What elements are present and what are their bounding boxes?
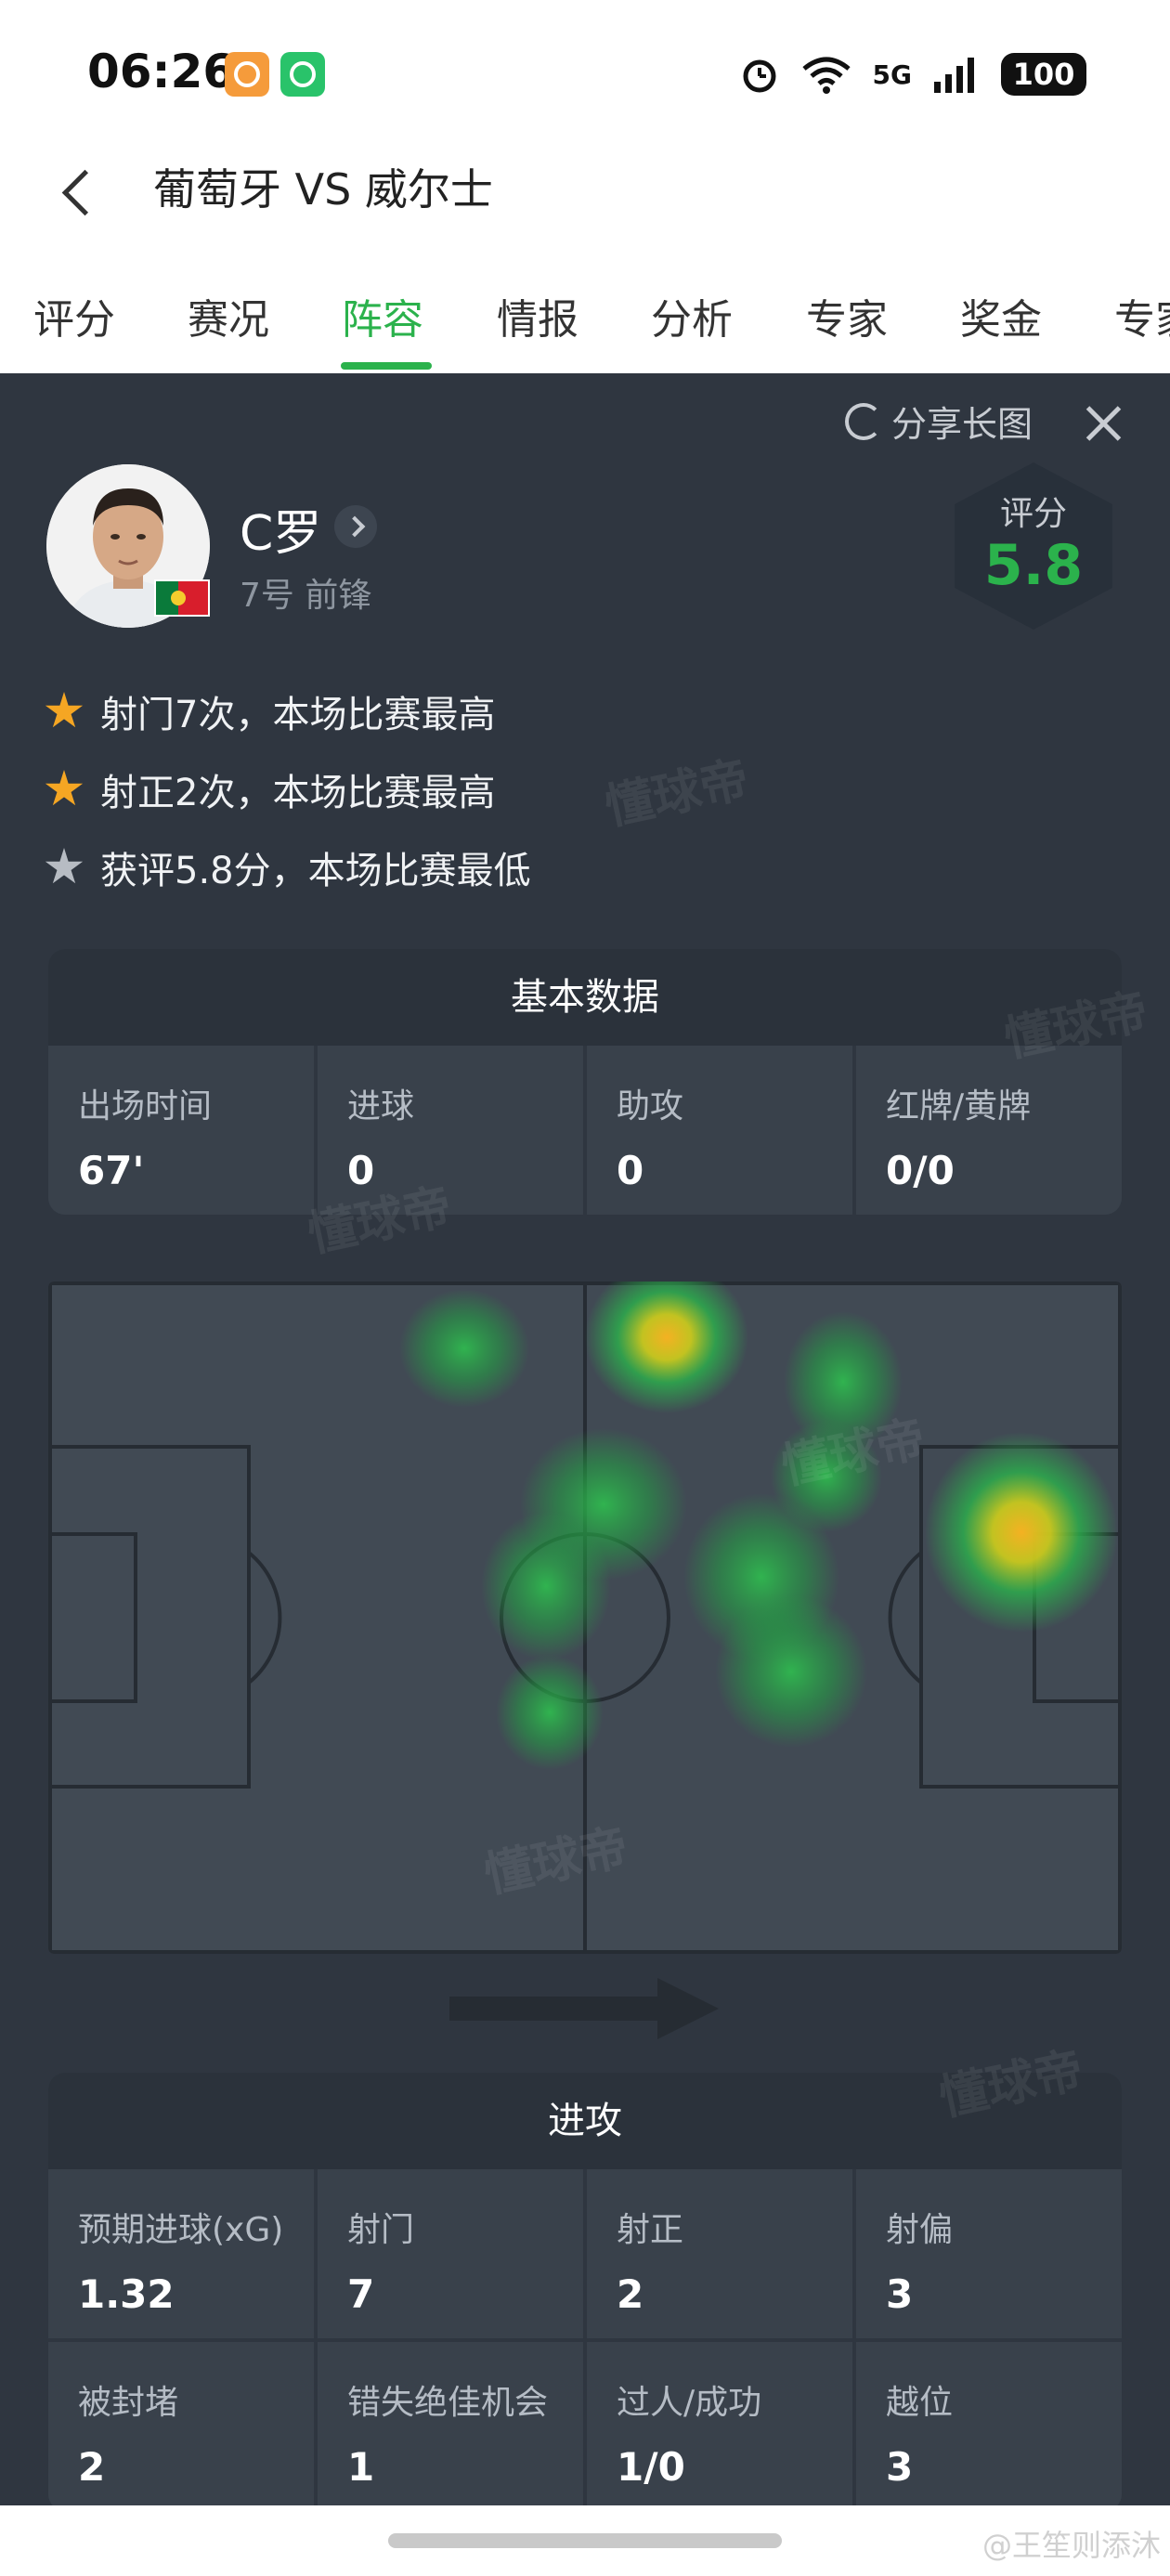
home-bar-area: @王笙则添沐 — [0, 2505, 1170, 2576]
stat-label: 射正 — [617, 2211, 684, 2249]
stat-label: 红牌/黄牌 — [886, 1087, 1032, 1125]
rating-value: 5.8 — [983, 533, 1084, 598]
basic-stats-title: 基本数据 — [48, 949, 1122, 1046]
stat-label: 射门 — [347, 2211, 415, 2249]
stat-label: 助攻 — [617, 1087, 684, 1125]
stat-label: 射偏 — [886, 2211, 954, 2249]
stat-value: 3 — [886, 2444, 914, 2490]
battery-indicator: 100 — [1001, 53, 1086, 96]
stat-cell-off-target: 射偏 3 — [856, 2169, 1122, 2338]
stat-cell-offside: 越位 3 — [856, 2342, 1122, 2511]
stat-value: 0/0 — [886, 1148, 955, 1193]
stat-value: 1.32 — [78, 2271, 175, 2317]
basic-stats-grid: 出场时间 67' 进球 0 助攻 0 红牌/黄牌 0/0 — [48, 1046, 1122, 1215]
football-app-icon — [280, 52, 325, 97]
stat-label: 错失绝佳机会 — [347, 2384, 549, 2422]
share-label: 分享长图 — [891, 404, 1034, 445]
status-time: 06:26 — [87, 45, 236, 98]
chevron-right-icon[interactable] — [334, 505, 377, 548]
stat-cell-minutes: 出场时间 67' — [48, 1046, 314, 1215]
share-icon — [845, 402, 882, 440]
stat-label: 越位 — [886, 2384, 954, 2422]
tab-prize[interactable]: 奖金 — [960, 286, 1042, 345]
close-button[interactable] — [1081, 401, 1125, 446]
tab-experts[interactable]: 专家 — [806, 286, 888, 345]
stat-cell-dribbles: 过人/成功 1/0 — [587, 2342, 852, 2511]
active-tab-indicator — [341, 362, 432, 370]
status-bar: 06:26 5G 100 — [0, 0, 1170, 139]
highlight-item: 获评5.8分，本场比赛最低 — [45, 828, 531, 906]
status-icons: 5G 100 — [739, 46, 1086, 102]
stat-value: 0 — [617, 1148, 644, 1193]
highlight-text: 射正2次，本场比赛最高 — [100, 772, 496, 814]
stat-label: 进球 — [347, 1087, 415, 1125]
top-nav: 葡萄牙 VS 威尔士 — [0, 139, 1170, 251]
stat-value: 1/0 — [617, 2444, 685, 2490]
tab-rating[interactable]: 评分 — [33, 286, 115, 345]
player-detail-panel: 分享长图 C罗 7号 前锋 评分 5.8 射门7次，本场比赛最高 射正2次，本场… — [0, 373, 1170, 2511]
stat-label: 过人/成功 — [617, 2384, 762, 2422]
gold-star-icon — [45, 770, 84, 806]
player-name[interactable]: C罗 — [240, 494, 321, 564]
stat-value: 67' — [78, 1148, 145, 1193]
rating-badge: 评分 5.8 — [955, 462, 1112, 630]
stat-cell-on-target: 射正 2 — [587, 2169, 852, 2338]
attack-stats-card: 进攻 预期进球(xG) 1.32 射门 7 射正 2 射偏 3 被封堵 2 错失… — [48, 2073, 1122, 2511]
back-button[interactable] — [52, 165, 108, 221]
weibo-watermark: @王笙则添沐 — [982, 2528, 1161, 2563]
heart-app-icon — [225, 52, 269, 97]
alarm-icon — [743, 59, 776, 93]
basic-stats-card: 基本数据 出场时间 67' 进球 0 助攻 0 红牌/黄牌 0/0 — [48, 949, 1122, 1215]
tab-experts-partial[interactable]: 专家 — [1114, 286, 1170, 345]
stat-value: 1 — [347, 2444, 375, 2490]
stat-cell-assists: 助攻 0 — [587, 1046, 852, 1215]
highlight-text: 射门7次，本场比赛最高 — [100, 694, 496, 736]
stat-cell-cards: 红牌/黄牌 0/0 — [856, 1046, 1122, 1215]
tab-bar: 评分 赛况 阵容 情报 分析 专家 奖金 专家 — [0, 269, 1170, 373]
stat-label: 预期进球(xG) — [78, 2211, 284, 2249]
stat-value: 2 — [78, 2444, 106, 2490]
stat-value: 7 — [347, 2271, 375, 2317]
wifi-icon — [801, 57, 851, 94]
portugal-flag-icon — [154, 579, 210, 617]
attack-stats-grid: 预期进球(xG) 1.32 射门 7 射正 2 射偏 3 被封堵 2 错失绝佳机… — [48, 2169, 1122, 2511]
stat-cell-xg: 预期进球(xG) 1.32 — [48, 2169, 314, 2338]
tab-analysis[interactable]: 分析 — [651, 286, 733, 345]
highlight-item: 射门7次，本场比赛最高 — [45, 672, 531, 750]
tab-intel[interactable]: 情报 — [497, 286, 578, 345]
home-indicator[interactable] — [388, 2533, 782, 2548]
player-number-position: 7号 前锋 — [240, 577, 372, 615]
signal-bars-icon — [934, 58, 974, 93]
watermark: 懂球帝 — [600, 751, 754, 837]
stat-label: 被封堵 — [78, 2384, 179, 2422]
stat-cell-big-chances-missed: 错失绝佳机会 1 — [318, 2342, 583, 2511]
match-title: 葡萄牙 VS 威尔士 — [153, 164, 493, 215]
highlight-item: 射正2次，本场比赛最高 — [45, 750, 531, 828]
tab-lineup[interactable]: 阵容 — [342, 286, 423, 345]
share-long-image-button[interactable]: 分享长图 — [845, 396, 1033, 447]
highlights-list: 射门7次，本场比赛最高 射正2次，本场比赛最高 获评5.8分，本场比赛最低 — [45, 672, 531, 906]
stat-cell-blocked: 被封堵 2 — [48, 2342, 314, 2511]
tab-match-events[interactable]: 赛况 — [188, 286, 269, 345]
rating-label: 评分 — [999, 495, 1067, 533]
gold-star-icon — [45, 692, 84, 728]
highlight-text: 获评5.8分，本场比赛最低 — [100, 850, 531, 892]
stat-cell-shots: 射门 7 — [318, 2169, 583, 2338]
stat-value: 3 — [886, 2271, 914, 2317]
attack-direction-arrow-icon — [449, 1978, 719, 2039]
grey-star-icon — [45, 848, 84, 884]
network-type: 5G — [872, 59, 912, 90]
stat-label: 出场时间 — [78, 1087, 213, 1125]
stat-value: 2 — [617, 2271, 644, 2317]
